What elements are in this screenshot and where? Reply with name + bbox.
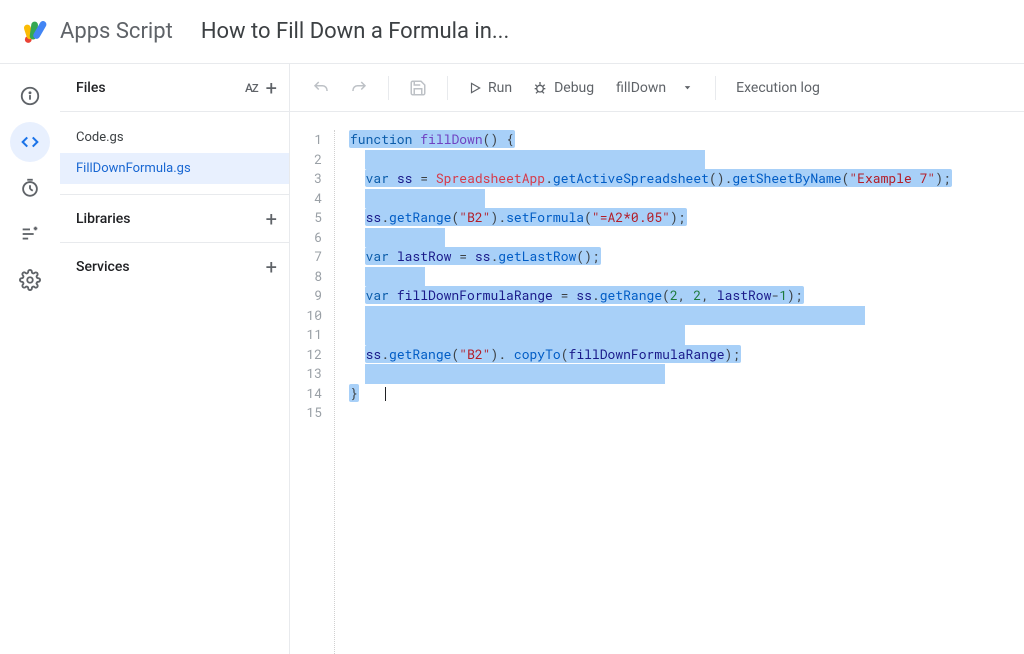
file-item[interactable]: FillDownFormula.gs xyxy=(60,153,289,184)
nav-rail xyxy=(0,64,60,654)
add-library-button[interactable]: + xyxy=(266,207,277,231)
add-file-button[interactable]: + xyxy=(266,76,277,100)
sort-files-icon[interactable]: AZ xyxy=(245,81,258,95)
execution-log-button[interactable]: Execution log xyxy=(728,74,828,102)
editor-nav[interactable] xyxy=(10,122,50,162)
debug-button[interactable]: Debug xyxy=(524,74,602,102)
files-section-label: Files xyxy=(76,80,106,96)
redo-button[interactable] xyxy=(342,73,376,103)
file-item[interactable]: Code.gs xyxy=(60,122,289,153)
function-selector[interactable]: fillDown xyxy=(606,74,703,102)
undo-button[interactable] xyxy=(304,73,338,103)
executions-nav[interactable] xyxy=(10,214,50,254)
line-gutter: 1 2 3 4 5 6 7 8 9 10 11 12 13 14 15 xyxy=(290,130,334,654)
triggers-nav[interactable] xyxy=(10,168,50,208)
services-section-label: Services xyxy=(76,259,130,275)
save-button[interactable] xyxy=(401,73,435,103)
settings-nav[interactable] xyxy=(10,260,50,300)
overview-nav[interactable] xyxy=(10,76,50,116)
chevron-down-icon xyxy=(682,82,693,93)
code-content[interactable]: function fillDown() { var ss = Spreadshe… xyxy=(334,130,1024,654)
debug-label: Debug xyxy=(554,80,594,96)
run-button[interactable]: Run xyxy=(460,74,520,102)
libraries-section-label: Libraries xyxy=(76,211,130,227)
code-editor[interactable]: 1 2 3 4 5 6 7 8 9 10 11 12 13 14 15 func… xyxy=(290,112,1024,654)
files-sidebar: Files AZ + Code.gs FillDownFormula.gs Li… xyxy=(60,64,290,654)
apps-script-logo xyxy=(20,17,50,47)
project-title[interactable]: How to Fill Down a Formula in... xyxy=(201,19,509,44)
text-cursor-icon xyxy=(385,387,386,401)
editor-toolbar: Run Debug fillDown Execution log xyxy=(290,64,1024,112)
add-service-button[interactable]: + xyxy=(266,255,277,279)
function-selected-label: fillDown xyxy=(616,80,666,96)
run-label: Run xyxy=(488,80,512,96)
brand-label: Apps Script xyxy=(60,19,173,44)
